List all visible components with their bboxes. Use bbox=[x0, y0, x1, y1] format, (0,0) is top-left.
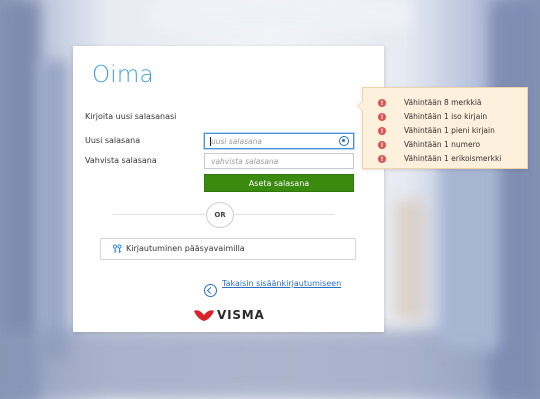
passkey-label: Kirjautuminen pääsyavaimilla bbox=[126, 244, 245, 253]
error-icon bbox=[378, 140, 386, 150]
or-separator: OR bbox=[206, 202, 234, 228]
confirm-password-placeholder: vahvista salasana bbox=[211, 157, 279, 166]
requirement-text: Vähintään 1 erikoismerkki bbox=[404, 154, 502, 163]
confirm-password-label: Vahvista salasana bbox=[85, 156, 157, 165]
divider-right bbox=[234, 214, 334, 215]
login-card: Oima Kirjoita uusi salasanasi Uusi salas… bbox=[73, 46, 384, 332]
oima-logo: Oima bbox=[92, 62, 154, 88]
error-icon bbox=[378, 126, 386, 136]
new-password-placeholder: uusi salasana bbox=[211, 137, 262, 146]
visma-logo-icon bbox=[194, 310, 214, 321]
back-arrow-icon[interactable] bbox=[204, 284, 217, 297]
text-caret bbox=[210, 137, 211, 146]
confirm-password-input[interactable]: vahvista salasana bbox=[204, 153, 354, 169]
passkey-login-button[interactable]: Kirjautuminen pääsyavaimilla bbox=[100, 238, 356, 260]
requirement-text: Vähintään 1 iso kirjain bbox=[404, 112, 488, 121]
form-heading: Kirjoita uusi salasanasi bbox=[85, 112, 177, 121]
new-password-input[interactable]: uusi salasana bbox=[204, 133, 354, 149]
requirement-text: Vähintään 8 merkkiä bbox=[404, 98, 482, 107]
error-icon bbox=[378, 112, 386, 122]
back-to-login-link[interactable]: Takaisin sisäänkirjautumiseen bbox=[222, 278, 342, 289]
passkey-icon bbox=[112, 244, 122, 253]
set-password-button[interactable]: Aseta salasana bbox=[204, 174, 354, 192]
requirement-text: Vähintään 1 pieni kirjain bbox=[404, 126, 495, 135]
visma-logo-text: VISMA bbox=[217, 308, 265, 322]
password-requirements-tooltip: Vähintään 8 merkkiä Vähintään 1 iso kirj… bbox=[357, 87, 528, 169]
requirement-text: Vähintään 1 numero bbox=[404, 140, 481, 149]
error-icon bbox=[378, 154, 386, 164]
new-password-label: Uusi salasana bbox=[85, 136, 141, 145]
divider-left bbox=[113, 214, 205, 215]
show-password-icon[interactable] bbox=[339, 136, 349, 146]
error-icon bbox=[378, 98, 386, 108]
